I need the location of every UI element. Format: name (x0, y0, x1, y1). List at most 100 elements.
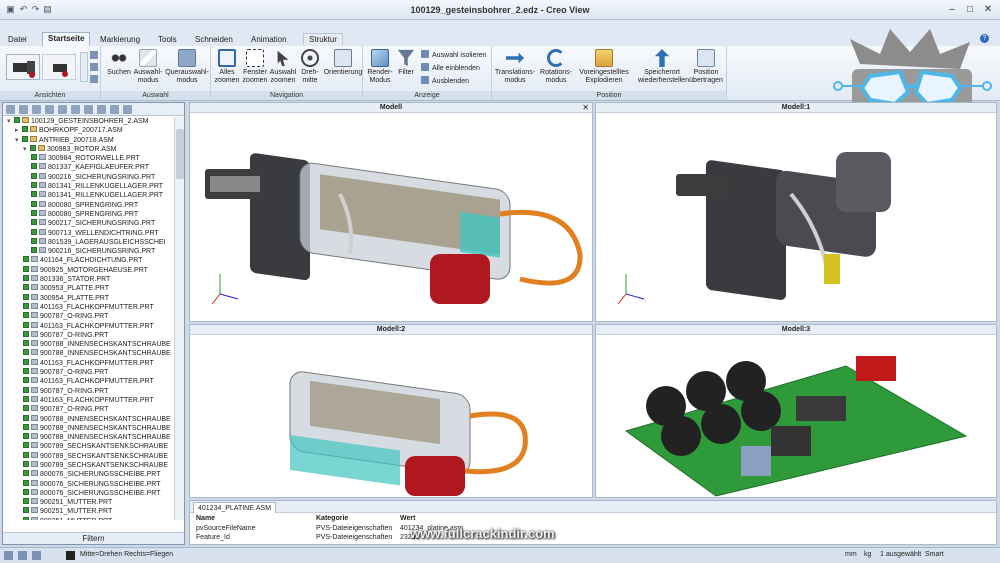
units-length[interactable]: mm (845, 551, 857, 558)
visibility-checkbox[interactable] (23, 433, 29, 440)
tree-tool-icon[interactable] (6, 105, 15, 114)
visibility-checkbox[interactable] (23, 460, 29, 467)
tree-item[interactable]: 900788_INNENSECHSKANTSCHRAUBE (3, 414, 174, 424)
visibility-checkbox[interactable] (31, 172, 37, 179)
view-thumbnail-1[interactable] (6, 54, 40, 80)
visibility-checkbox[interactable] (23, 330, 29, 337)
auswahl-isolieren-button[interactable]: Auswahl isolieren (421, 50, 486, 60)
units-mass[interactable]: kg (864, 551, 871, 558)
tree-item[interactable]: 800080_SPRENGRING.PRT (3, 200, 174, 210)
view-grid-icon[interactable] (90, 51, 98, 59)
tree-item[interactable]: 900787_O-RING.PRT (3, 386, 174, 396)
filter-button[interactable]: Filter (395, 49, 417, 77)
auswahlmodus-button[interactable]: Auswahl- modus (131, 49, 165, 85)
visibility-checkbox[interactable] (31, 247, 37, 254)
tree-item[interactable]: 801337_KAEFIGLAEUFER.PRT (3, 163, 174, 172)
tree-item[interactable]: 900789_SECHSKANTSENKSCHRAUBE (3, 442, 174, 451)
tree-item[interactable]: 801341_RILLENKUGELLAGER.PRT (3, 182, 174, 191)
tree-item[interactable]: 800076_SICHERUNGSSCHEIBE.PRT (3, 479, 174, 489)
visibility-checkbox[interactable] (31, 163, 37, 170)
visibility-checkbox[interactable] (22, 135, 28, 142)
visibility-checkbox[interactable] (23, 349, 29, 356)
visibility-checkbox[interactable] (31, 200, 37, 207)
tab-datei[interactable]: Datei (3, 34, 32, 46)
expand-icon[interactable]: ▾ (7, 117, 14, 126)
view-list-icon[interactable] (90, 63, 98, 71)
translationsmodus-button[interactable]: Translations- modus (494, 49, 536, 85)
tree-item[interactable]: ▾ 300983_ROTOR.ASM (3, 144, 174, 154)
visibility-checkbox[interactable] (23, 358, 29, 365)
ausblenden-button[interactable]: Ausblenden (421, 76, 469, 86)
tree-item[interactable]: 900217_SICHERUNGSRING.PRT (3, 219, 174, 228)
tree-tool-icon[interactable] (32, 105, 41, 114)
tree-item[interactable]: 900788_INNENSECHSKANTSCHRAUBE (3, 340, 174, 349)
close-icon[interactable]: ✕ (980, 3, 996, 16)
visibility-checkbox[interactable] (31, 237, 37, 244)
tree-item[interactable]: 801539_LAGERAUSGLEICHSSCHEI (3, 237, 174, 247)
tree-item[interactable]: 900787_O-RING.PRT (3, 368, 174, 377)
tree-tool-icon[interactable] (97, 105, 106, 114)
visibility-checkbox[interactable] (14, 117, 20, 123)
tree-item[interactable]: 401163_FLACHKOPFMUTTER.PRT (3, 395, 174, 405)
tab-startseite[interactable]: Startseite (42, 32, 91, 46)
tree-tool-icon[interactable] (58, 105, 67, 114)
tree-item[interactable]: 900251_MUTTER.PRT (3, 507, 174, 516)
tree-tool-icon[interactable] (110, 105, 119, 114)
tree-item[interactable]: 900788_INNENSECHSKANTSCHRAUBE (3, 349, 174, 358)
tree-item[interactable]: 401163_FLACHKOPFMUTTER.PRT (3, 321, 174, 331)
expand-icon[interactable]: ▾ (15, 136, 22, 145)
visibility-checkbox[interactable] (23, 442, 29, 449)
tree-item[interactable]: 900789_SECHSKANTSENKSCHRAUBE (3, 460, 174, 470)
tree-item[interactable]: 300984_ROTORWELLE.PRT (3, 154, 174, 163)
visibility-checkbox[interactable] (23, 321, 29, 328)
expand-icon[interactable]: ▸ (15, 126, 22, 135)
querauswahlmodus-button[interactable]: Querauswahl- modus (163, 49, 211, 85)
tab-schneiden[interactable]: Schneiden (190, 34, 238, 46)
tab-tools[interactable]: Tools (153, 34, 182, 46)
tree-item[interactable]: 900216_SICHERUNGSRING.PRT (3, 172, 174, 182)
visibility-checkbox[interactable] (23, 498, 29, 505)
selection-filter[interactable]: Smart (925, 551, 944, 558)
tree-tool-icon[interactable] (45, 105, 54, 114)
tree-item[interactable]: 800076_SICHERUNGSSCHEIBE.PRT (3, 488, 174, 498)
tree-item[interactable]: 900713_WELLENDICHTRING.PRT (3, 228, 174, 238)
visibility-checkbox[interactable] (22, 126, 28, 133)
expand-icon[interactable]: ▾ (23, 145, 30, 154)
tree-tool-icon[interactable] (84, 105, 93, 114)
rotationsmodus-button[interactable]: Rotations- modus (536, 49, 576, 85)
visibility-checkbox[interactable] (31, 191, 37, 198)
visibility-checkbox[interactable] (23, 368, 29, 375)
viewport-modell-2[interactable]: Modell:2 (189, 324, 593, 498)
orientierung-button[interactable]: Orientierung (323, 49, 363, 77)
tree-scrollbar[interactable] (174, 117, 184, 520)
view-scroll[interactable] (80, 52, 88, 82)
alles-zoomen-button[interactable]: Alles zoomen (213, 49, 241, 85)
tree-item[interactable]: 801336_STATOR.PRT (3, 275, 174, 284)
visibility-checkbox[interactable] (23, 275, 29, 282)
tree-item[interactable]: 300953_PLATTE.PRT (3, 284, 174, 293)
tree-item[interactable]: ▸ BOHRKOPF_200717.ASM (3, 126, 174, 135)
maximize-icon[interactable]: □ (962, 3, 978, 16)
visibility-checkbox[interactable] (23, 256, 29, 263)
view-more-icon[interactable] (90, 75, 98, 83)
tree-item[interactable]: 900787_O-RING.PRT (3, 405, 174, 414)
visibility-checkbox[interactable] (23, 507, 29, 514)
tree-item[interactable]: 800080_SPRENGRING.PRT (3, 209, 174, 219)
tree-item[interactable]: 401163_FLACHKOPFMUTTER.PRT (3, 302, 174, 312)
visibility-checkbox[interactable] (31, 228, 37, 235)
drehmitte-button[interactable]: Dreh- mitte (297, 49, 323, 85)
tree-item[interactable]: 900251_MUTTER.PRT (3, 498, 174, 507)
visibility-checkbox[interactable] (23, 516, 29, 520)
visibility-checkbox[interactable] (23, 293, 29, 300)
status-icon[interactable] (18, 551, 27, 560)
visibility-checkbox[interactable] (23, 488, 29, 495)
visibility-checkbox[interactable] (31, 182, 37, 189)
speicherort-wiederherstellen-button[interactable]: Speicherort wiederherstellen (638, 49, 689, 85)
voreingestelltes-explodieren-button[interactable]: Voreingestelltes Explodieren (576, 49, 632, 85)
suchen-button[interactable]: Suchen (105, 49, 133, 77)
fenster-zoomen-button[interactable]: Fenster zoomen (241, 49, 269, 85)
tree-item[interactable]: 900787_O-RING.PRT (3, 330, 174, 340)
render-modus-button[interactable]: Render- Modus (365, 49, 395, 85)
tree-item[interactable]: 900788_INNENSECHSKANTSCHRAUBE (3, 423, 174, 433)
visibility-checkbox[interactable] (23, 405, 29, 412)
